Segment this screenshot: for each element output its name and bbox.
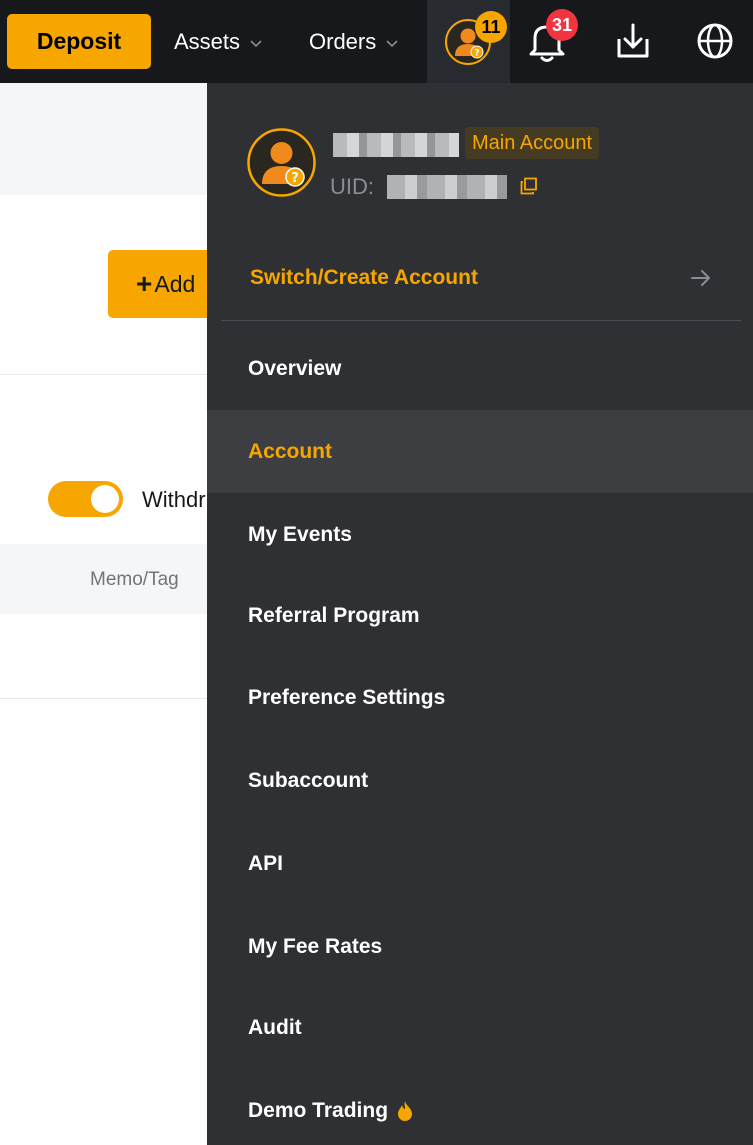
menu-item-subaccount[interactable]: Subaccount [207,739,753,822]
chevron-down-icon [250,39,262,47]
chevron-down-icon [386,39,398,47]
menu-item-overview[interactable]: Overview [207,327,753,410]
account-dropdown-menu: ? Main Account UID: Switch/Create Accoun… [207,83,753,1145]
column-header-memo: Memo/Tag [90,569,179,590]
flame-icon [398,1100,413,1121]
arrow-right-icon [691,270,710,286]
menu-item-demo-trading[interactable]: Demo Trading [207,1069,753,1145]
assets-label: Assets [174,28,241,54]
menu-item-my-events[interactable]: My Events [207,493,753,576]
menu-item-my-fee-rates[interactable]: My Fee Rates [207,905,753,988]
user-avatar-icon: ? [247,128,316,197]
orders-label: Orders [309,28,377,54]
username-redacted [333,133,459,157]
divider [0,698,207,699]
notification-count-badge: 11 [475,11,507,43]
switch-account-label: Switch/Create Account [250,266,478,289]
plus-icon: + [136,268,153,299]
uid-label: UID: [330,174,374,199]
svg-text:?: ? [474,49,479,59]
menu-item-audit[interactable]: Audit [207,986,753,1069]
add-button-label: Add [154,270,196,297]
withdraw-toggle[interactable] [48,481,123,517]
copy-icon[interactable] [520,177,538,195]
profile-menu-button[interactable]: ? 11 [427,0,510,83]
assets-menu[interactable]: Assets [174,14,264,69]
demo-trading-label: Demo Trading [248,1098,389,1122]
menu-item-referral-program[interactable]: Referral Program [207,574,753,657]
uid-value-redacted [387,175,507,199]
toggle-knob [91,485,119,513]
withdraw-toggle-label: Withdr [142,487,206,512]
deposit-button[interactable]: Deposit [7,14,151,69]
menu-item-api[interactable]: API [207,822,753,905]
bell-count-badge: 31 [546,9,579,41]
svg-text:?: ? [291,171,299,186]
account-type-badge: Main Account [465,127,600,159]
menu-item-preference-settings[interactable]: Preference Settings [207,656,753,739]
menu-item-account[interactable]: Account [207,410,753,493]
orders-menu[interactable]: Orders [309,14,400,69]
page-header-band [0,83,207,195]
divider [0,374,207,375]
switch-create-account-link[interactable]: Switch/Create Account [207,239,753,317]
download-icon[interactable] [614,21,652,61]
top-nav: Deposit Assets Orders ? 11 31 [0,0,753,83]
menu-divider [221,320,741,321]
globe-icon[interactable] [695,21,735,61]
